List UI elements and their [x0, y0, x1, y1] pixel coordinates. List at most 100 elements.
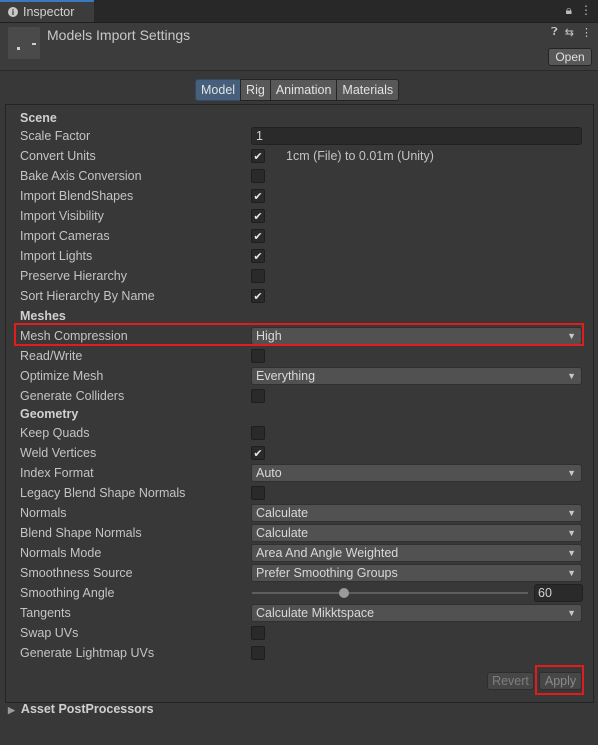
inspector-tab-bar: i Inspector 🔒︎ ⋮	[0, 0, 598, 23]
context-menu-icon[interactable]: ⋮	[581, 26, 592, 39]
caret-down-icon: ▼	[567, 528, 576, 538]
tab-model[interactable]: Model	[195, 79, 242, 101]
normals-label: Normals	[20, 506, 67, 520]
smoothing-angle-label: Smoothing Angle	[20, 586, 115, 600]
normals-value: Calculate	[256, 506, 309, 520]
generate-lightmap-uvs-checkbox[interactable]	[251, 646, 265, 660]
open-button[interactable]: Open	[548, 48, 592, 66]
check-icon: ✔	[253, 447, 263, 460]
generate-colliders-checkbox[interactable]	[251, 389, 265, 403]
smoothness-source-dropdown[interactable]: Prefer Smoothing Groups ▼	[251, 564, 582, 582]
optimize-mesh-dropdown[interactable]: Everything ▼	[251, 367, 582, 385]
blend-shape-normals-dropdown[interactable]: Calculate ▼	[251, 524, 582, 542]
import-blendshapes-checkbox[interactable]: ✔	[251, 189, 265, 203]
revert-button[interactable]: Revert	[487, 672, 534, 690]
tab-controls: 🔒︎ ⋮	[566, 3, 592, 18]
tangents-value: Calculate Mikktspace	[256, 606, 375, 620]
optimize-mesh-value: Everything	[256, 369, 316, 383]
import-tabs: Model Rig Animation Materials	[195, 79, 400, 101]
sort-hierarchy-checkbox[interactable]: ✔	[251, 289, 265, 303]
inspector-tab[interactable]: i Inspector	[0, 0, 94, 22]
caret-down-icon: ▼	[567, 568, 576, 578]
smoothing-angle-input[interactable]: 60	[534, 584, 583, 602]
index-format-label: Index Format	[20, 466, 94, 480]
keep-quads-checkbox[interactable]	[251, 426, 265, 440]
normals-mode-dropdown[interactable]: Area And Angle Weighted ▼	[251, 544, 582, 562]
tab-materials[interactable]: Materials	[336, 79, 400, 101]
smoothing-angle-slider-handle[interactable]	[339, 588, 349, 598]
index-format-value: Auto	[256, 466, 282, 480]
model-settings-panel: Scene Scale Factor 1 Convert Units ✔ 1cm…	[5, 104, 594, 703]
bake-axis-label: Bake Axis Conversion	[20, 169, 142, 183]
model-file-icon	[8, 27, 40, 59]
swap-uvs-checkbox[interactable]	[251, 626, 265, 640]
blend-shape-normals-label: Blend Shape Normals	[20, 526, 142, 540]
scale-factor-label: Scale Factor	[20, 129, 91, 143]
keep-quads-label: Keep Quads	[20, 426, 90, 440]
apply-highlight	[535, 665, 584, 695]
check-icon: ✔	[253, 230, 263, 243]
optimize-mesh-label: Optimize Mesh	[20, 369, 104, 383]
smoothness-source-value: Prefer Smoothing Groups	[256, 566, 398, 580]
presets-icon[interactable]: ⇆	[565, 26, 574, 39]
scene-heading: Scene	[20, 111, 57, 125]
inspector-header: Models Import Settings ❓︎ ⇆ ⋮ Open	[0, 23, 598, 71]
caret-down-icon: ▼	[567, 371, 576, 381]
geometry-heading: Geometry	[20, 407, 79, 421]
import-visibility-label: Import Visibility	[20, 209, 104, 223]
bake-axis-checkbox[interactable]	[251, 169, 265, 183]
info-icon: i	[8, 7, 18, 17]
generate-lightmap-uvs-label: Generate Lightmap UVs	[20, 646, 155, 660]
weld-vertices-checkbox[interactable]: ✔	[251, 446, 265, 460]
check-icon: ✔	[253, 210, 263, 223]
blend-shape-normals-value: Calculate	[256, 526, 309, 540]
inspector-tab-label: Inspector	[23, 5, 75, 19]
convert-units-label: Convert Units	[20, 149, 96, 163]
smoothing-angle-slider-track[interactable]	[252, 592, 528, 594]
read-write-checkbox[interactable]	[251, 349, 265, 363]
caret-down-icon: ▼	[567, 548, 576, 558]
index-format-dropdown[interactable]: Auto ▼	[251, 464, 582, 482]
tab-rig[interactable]: Rig	[240, 79, 271, 101]
asset-postprocessors-foldout[interactable]: ▶ Asset PostProcessors	[8, 700, 154, 718]
check-icon: ✔	[253, 250, 263, 263]
asset-postprocessors-label: Asset PostProcessors	[20, 702, 154, 716]
scale-factor-input[interactable]: 1	[251, 127, 582, 145]
help-icon[interactable]: ❓︎	[551, 26, 558, 39]
sort-hierarchy-label: Sort Hierarchy By Name	[20, 289, 155, 303]
caret-down-icon: ▼	[567, 508, 576, 518]
normals-dropdown[interactable]: Calculate ▼	[251, 504, 582, 522]
import-lights-checkbox[interactable]: ✔	[251, 249, 265, 263]
tangents-label: Tangents	[20, 606, 71, 620]
convert-units-checkbox[interactable]: ✔	[251, 149, 265, 163]
import-cameras-checkbox[interactable]: ✔	[251, 229, 265, 243]
normals-mode-value: Area And Angle Weighted	[256, 546, 399, 560]
read-write-label: Read/Write	[20, 349, 83, 363]
tangents-dropdown[interactable]: Calculate Mikktspace ▼	[251, 604, 582, 622]
import-visibility-checkbox[interactable]: ✔	[251, 209, 265, 223]
legacy-blend-normals-label: Legacy Blend Shape Normals	[20, 486, 186, 500]
tab-animation[interactable]: Animation	[269, 79, 338, 101]
mesh-compression-highlight	[14, 323, 584, 346]
page-title: Models Import Settings	[47, 27, 191, 43]
import-lights-label: Import Lights	[20, 249, 93, 263]
smoothness-source-label: Smoothness Source	[20, 566, 133, 580]
check-icon: ✔	[253, 290, 263, 303]
normals-mode-label: Normals Mode	[20, 546, 102, 560]
caret-down-icon: ▼	[567, 468, 576, 478]
weld-vertices-label: Weld Vertices	[20, 446, 97, 460]
import-blendshapes-label: Import BlendShapes	[20, 189, 134, 203]
legacy-blend-normals-checkbox[interactable]	[251, 486, 265, 500]
header-icons: ❓︎ ⇆ ⋮	[551, 26, 592, 39]
check-icon: ✔	[253, 190, 263, 203]
generate-colliders-label: Generate Colliders	[20, 389, 125, 403]
import-cameras-label: Import Cameras	[20, 229, 110, 243]
menu-icon[interactable]: ⋮	[580, 3, 592, 18]
convert-units-note: 1cm (File) to 0.01m (Unity)	[286, 149, 434, 163]
preserve-hierarchy-label: Preserve Hierarchy	[20, 269, 127, 283]
swap-uvs-label: Swap UVs	[20, 626, 79, 640]
foldout-arrow-icon: ▶	[8, 705, 15, 715]
preserve-hierarchy-checkbox[interactable]	[251, 269, 265, 283]
check-icon: ✔	[253, 150, 263, 163]
lock-icon[interactable]: 🔒︎	[566, 3, 572, 18]
